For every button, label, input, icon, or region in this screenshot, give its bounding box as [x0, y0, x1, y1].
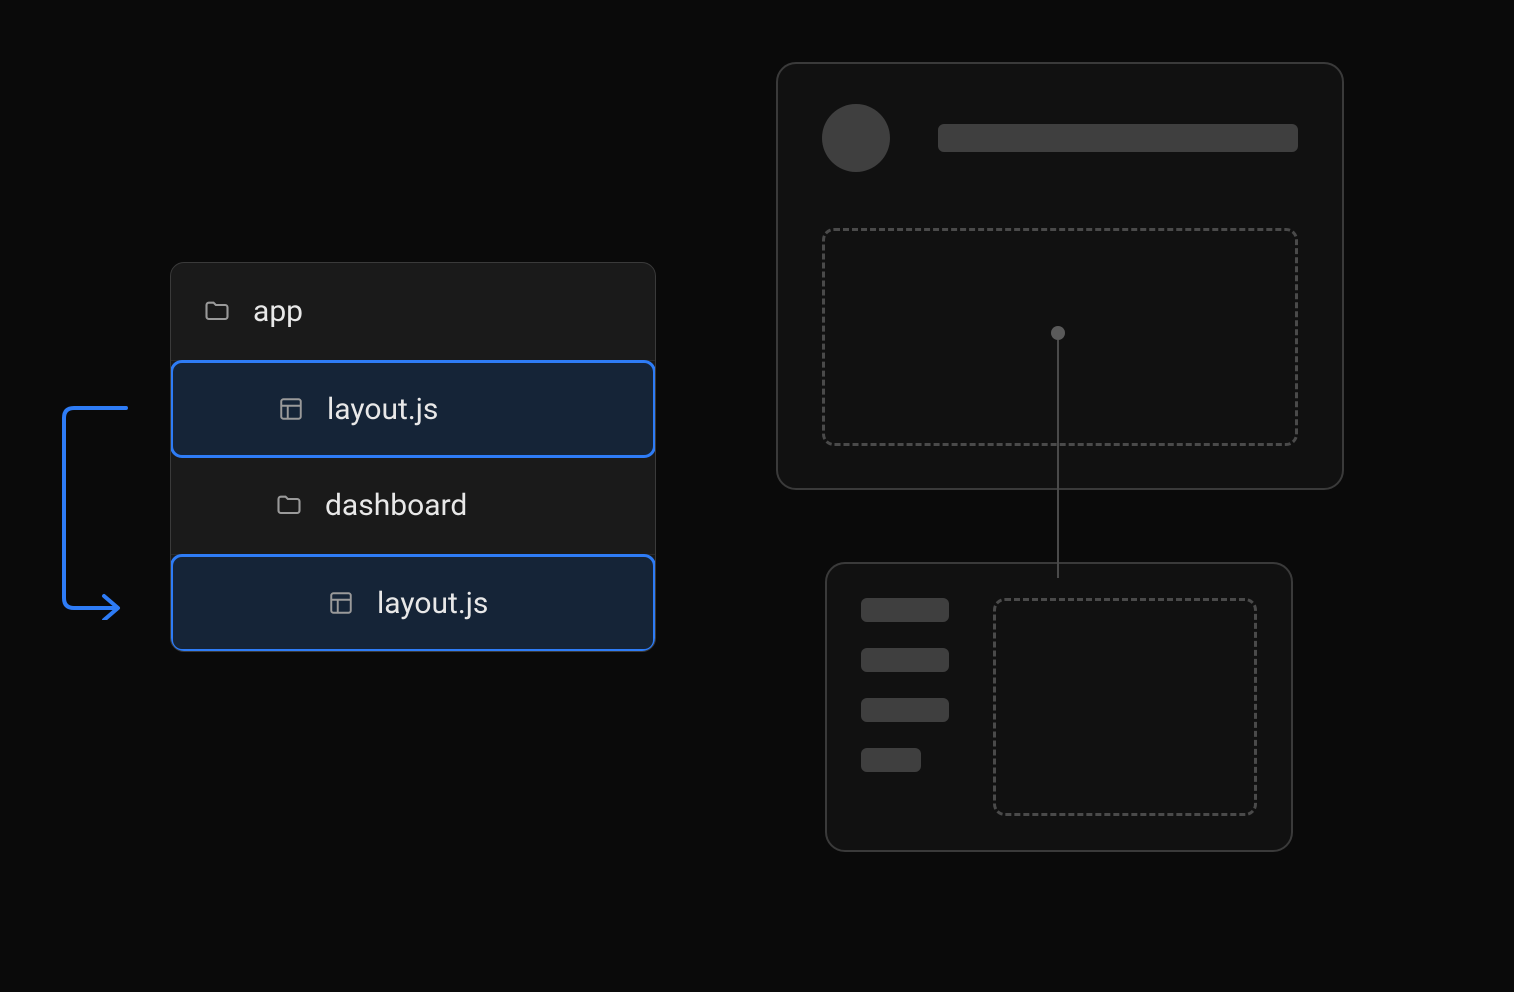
nav-item-placeholder [861, 698, 949, 722]
avatar-placeholder-icon [822, 104, 890, 172]
tree-row-root-folder[interactable]: app [171, 263, 655, 361]
nav-item-placeholder [861, 748, 921, 772]
tree-item-label: layout.js [327, 392, 438, 427]
layout-file-icon [327, 589, 355, 617]
children-slot-placeholder [822, 228, 1298, 446]
layout-file-icon [277, 395, 305, 423]
tree-row-layout-root[interactable]: layout.js [170, 360, 656, 458]
tree-row-layout-nested[interactable]: layout.js [170, 554, 656, 652]
nav-item-placeholder [861, 648, 949, 672]
root-layout-wireframe [776, 62, 1344, 490]
tree-item-label: layout.js [377, 586, 488, 621]
folder-icon [275, 492, 303, 520]
wireframe-sidebar [861, 598, 949, 816]
tree-item-label: app [253, 294, 303, 329]
nested-layout-arrow-icon [56, 404, 166, 620]
wireframe-header [822, 104, 1298, 172]
children-slot-placeholder [993, 598, 1257, 816]
nav-item-placeholder [861, 598, 949, 622]
file-tree-panel: app layout.js dashboard [170, 262, 656, 652]
tree-item-label: dashboard [325, 488, 467, 523]
tree-row-folder-dashboard[interactable]: dashboard [171, 457, 655, 555]
nested-layout-wireframe [825, 562, 1293, 852]
folder-icon [203, 298, 231, 326]
title-bar-placeholder [938, 124, 1298, 152]
